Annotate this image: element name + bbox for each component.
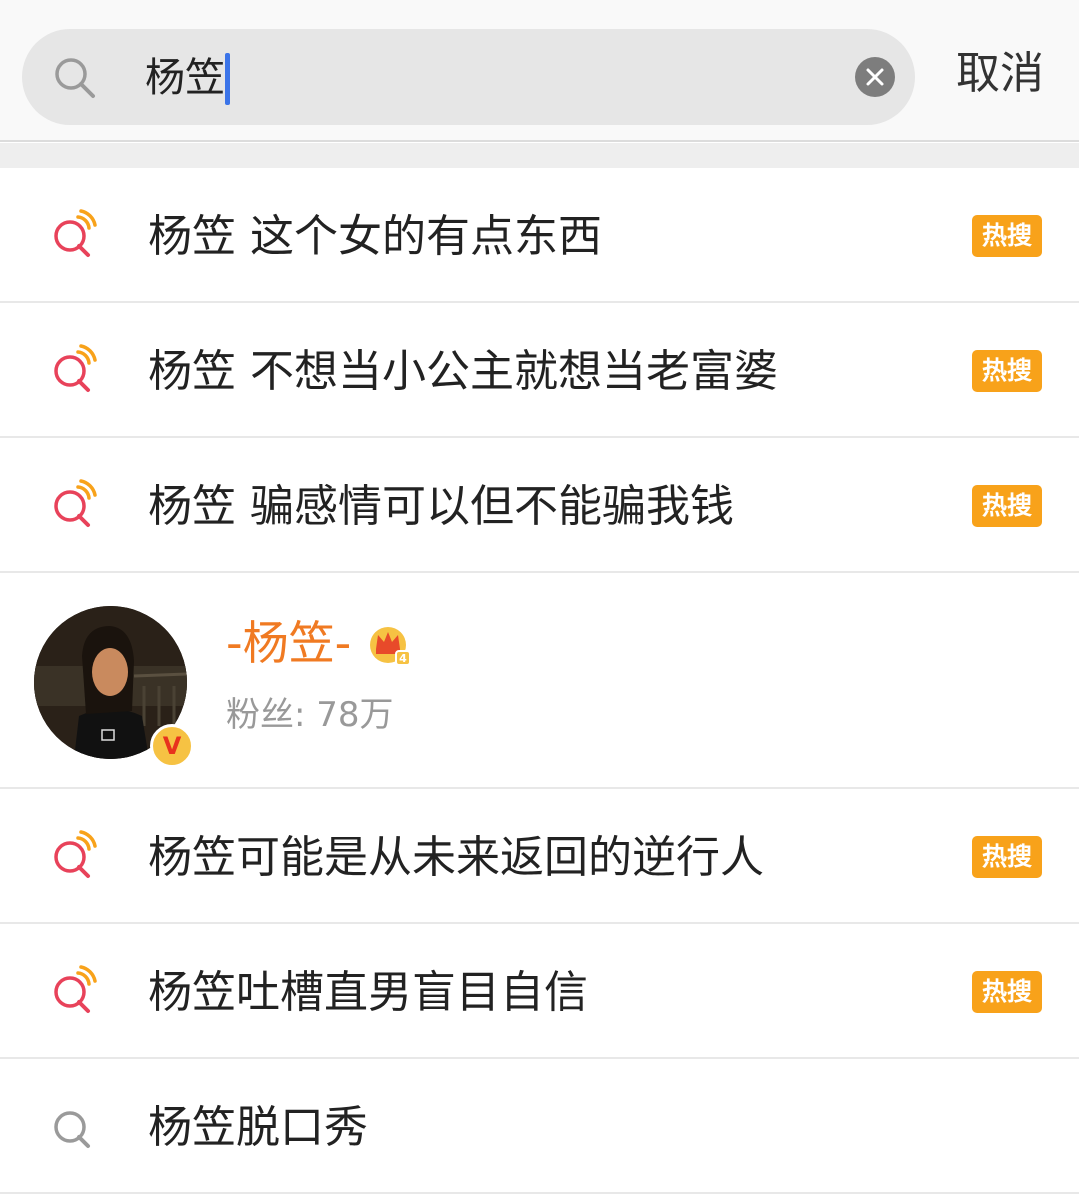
hot-search-icon xyxy=(54,830,97,878)
list-item[interactable]: 杨笠脱口秀 xyxy=(0,1060,1079,1194)
list-item-text: 杨笠脱口秀 xyxy=(148,1102,368,1153)
search-input[interactable]: 杨笠 xyxy=(22,29,915,125)
search-query-text: 杨笠 xyxy=(145,55,225,101)
hot-search-icon xyxy=(54,209,97,257)
hot-search-icon xyxy=(54,479,97,527)
search-icon xyxy=(55,58,95,98)
list-item-text: 杨笠 骗感情可以但不能骗我钱 xyxy=(148,481,734,532)
hot-badge: 热搜 xyxy=(972,215,1042,257)
list-item-text: 杨笠 这个女的有点东西 xyxy=(148,211,602,262)
verified-v-icon: V xyxy=(150,724,194,768)
hot-badge: 热搜 xyxy=(972,350,1042,392)
search-bar: 杨笠 取消 xyxy=(0,0,1079,142)
text-cursor xyxy=(225,53,230,105)
svg-text:4: 4 xyxy=(399,652,407,665)
list-item[interactable]: 杨笠可能是从未来返回的逆行人 热搜 xyxy=(0,790,1079,924)
hot-search-icon xyxy=(54,344,97,392)
list-item[interactable]: 杨笠 这个女的有点东西 热搜 xyxy=(0,169,1079,303)
crown-icon: 4 xyxy=(370,627,411,666)
list-item-text: 杨笠 不想当小公主就想当老富婆 xyxy=(148,346,778,397)
search-icon xyxy=(54,1111,90,1148)
fans-count: 粉丝: 78万 xyxy=(226,695,394,735)
hot-badge: 热搜 xyxy=(972,485,1042,527)
list-item[interactable]: 杨笠 不想当小公主就想当老富婆 热搜 xyxy=(0,304,1079,438)
list-item[interactable]: 杨笠 骗感情可以但不能骗我钱 热搜 xyxy=(0,439,1079,573)
user-name[interactable]: -杨笠- xyxy=(226,615,351,671)
user-result[interactable]: V -杨笠- 4 粉丝: 78万 xyxy=(0,575,1079,789)
list-item-text: 杨笠可能是从未来返回的逆行人 xyxy=(148,832,764,883)
hot-badge: 热搜 xyxy=(972,971,1042,1013)
clear-icon[interactable] xyxy=(855,57,895,97)
cancel-button[interactable]: 取消 xyxy=(956,44,1044,104)
list-item-text: 杨笠吐槽直男盲目自信 xyxy=(148,967,588,1018)
hot-badge: 热搜 xyxy=(972,836,1042,878)
hot-search-icon xyxy=(54,965,97,1013)
section-divider xyxy=(0,143,1079,168)
list-item[interactable]: 杨笠吐槽直男盲目自信 热搜 xyxy=(0,925,1079,1059)
